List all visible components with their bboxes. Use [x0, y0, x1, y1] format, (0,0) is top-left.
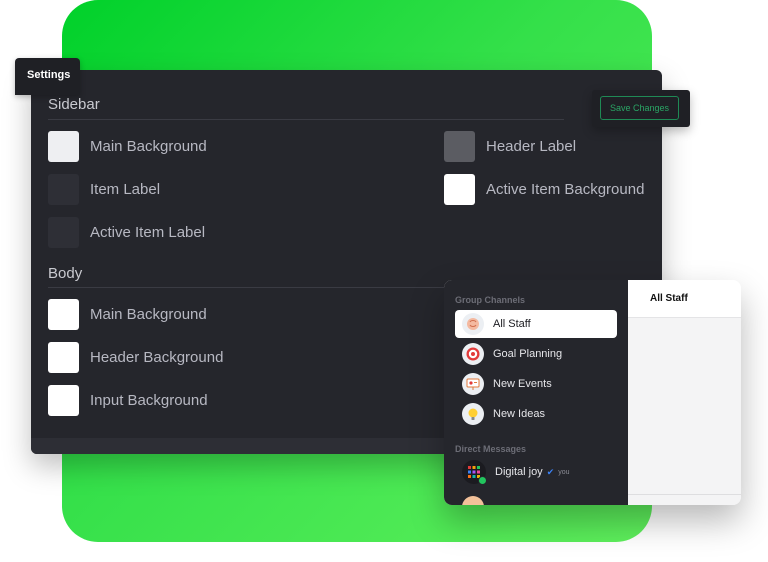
sidebar-section-title: Sidebar [48, 96, 100, 113]
channel-new-events[interactable]: New Events [455, 370, 617, 398]
settings-tab[interactable]: Settings [15, 58, 80, 95]
channel-label: New Ideas [493, 408, 545, 420]
setting-label: Input Background [90, 392, 208, 409]
setting-row-sidebar-active-item-background[interactable]: Active Item Background [444, 174, 644, 205]
dm-digital-joy[interactable]: Digital joy ✔ you [455, 458, 617, 486]
setting-row-sidebar-header-label[interactable]: Header Label [444, 131, 576, 162]
color-swatch[interactable] [48, 217, 79, 248]
save-button-container: Save Changes [592, 90, 690, 127]
setting-label: Item Label [90, 181, 161, 198]
setting-row-body-main-background[interactable]: Main Background [48, 299, 207, 330]
setting-label: Active Item Label [90, 224, 206, 241]
setting-label: Header Background [90, 349, 224, 366]
setting-row-sidebar-active-item-label[interactable]: Active Item Label [48, 217, 205, 248]
presentation-icon [462, 373, 484, 395]
dm-name: Digital joy [495, 466, 543, 478]
chat-main: All Staff [628, 280, 741, 505]
channel-label: New Events [493, 378, 552, 390]
body-section-title: Body [48, 265, 83, 282]
setting-row-body-header-background[interactable]: Header Background [48, 342, 223, 373]
color-swatch[interactable] [48, 299, 79, 330]
color-swatch[interactable] [444, 131, 475, 162]
brain-icon [462, 313, 484, 335]
chat-preview-card: Group Channels All Staff Goal Planning N… [444, 280, 741, 505]
channel-all-staff[interactable]: All Staff [455, 310, 617, 338]
setting-label: Main Background [90, 306, 207, 323]
channel-goal-planning[interactable]: Goal Planning [455, 340, 617, 368]
setting-label: Active Item Background [486, 181, 645, 198]
color-swatch[interactable] [444, 174, 475, 205]
sidebar-divider [48, 119, 564, 120]
you-tag: you [558, 468, 570, 476]
setting-label: Main Background [90, 138, 207, 155]
setting-label: Header Label [486, 138, 577, 155]
online-status-dot [478, 476, 487, 485]
group-channels-title: Group Channels [455, 295, 526, 305]
avatar [462, 460, 487, 485]
setting-row-body-input-background[interactable]: Input Background [48, 385, 208, 416]
color-swatch[interactable] [48, 174, 79, 205]
channel-label: Goal Planning [493, 348, 563, 360]
lightbulb-icon [462, 403, 484, 425]
color-swatch[interactable] [48, 342, 79, 373]
chat-main-header: All Staff [628, 280, 741, 318]
verified-icon: ✔ [546, 466, 555, 477]
save-changes-button[interactable]: Save Changes [600, 96, 679, 120]
chat-sidebar: Group Channels All Staff Goal Planning N… [444, 280, 628, 505]
channel-label: All Staff [493, 318, 531, 330]
direct-messages-title: Direct Messages [455, 444, 527, 454]
channel-new-ideas[interactable]: New Ideas [455, 400, 617, 428]
setting-row-sidebar-main-background[interactable]: Main Background [48, 131, 207, 162]
setting-row-sidebar-item-label[interactable]: Item Label [48, 174, 160, 205]
avatar-partial [462, 496, 484, 505]
chat-main-divider [628, 494, 741, 495]
color-swatch[interactable] [48, 131, 79, 162]
color-swatch[interactable] [48, 385, 79, 416]
target-icon [462, 343, 484, 365]
